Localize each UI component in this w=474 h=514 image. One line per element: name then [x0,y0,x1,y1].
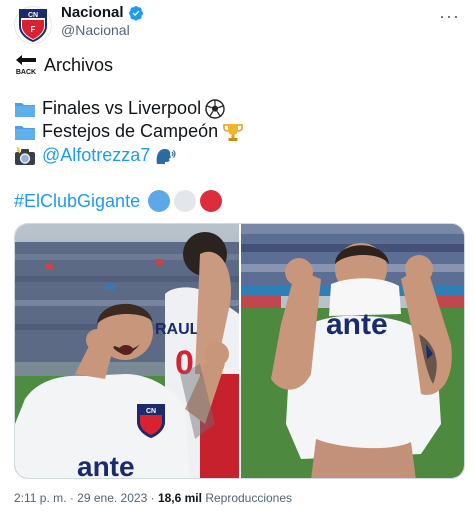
tweet: CN F Nacional @Nacional ··· BACK Archivo… [0,0,474,514]
hashtag-link[interactable]: #ElClubGigante [14,191,140,212]
tweet-line-hashtag: #ElClubGigante [14,190,223,212]
chest-sponsor-text: ante [77,451,135,478]
blue-circle-icon [148,190,171,212]
avatar-text: CN [28,12,38,19]
tweet-meta: 2:11 p. m. · 29 ene. 2023 · 18,6 mil Rep… [14,491,292,505]
author-name-row: Nacional [61,4,144,21]
mention-link[interactable]: @Alfotrezza7 [42,145,150,166]
author-avatar[interactable]: CN F [14,6,52,44]
speaking-head-icon [154,146,176,166]
tweet-line-festejos: Festejos de Campeón [14,121,244,142]
crest-text: CN [146,408,156,415]
red-circle-icon [200,190,223,212]
media-photo-2[interactable]: ante [240,224,464,478]
folder-icon [14,100,36,118]
folder-icon [14,123,36,141]
tweet-line-archivos: BACK Archivos [14,54,114,77]
more-options-icon[interactable]: ··· [439,6,460,27]
meta-separator: · [150,491,155,505]
club-crest-icon: CN F [19,9,47,42]
back-label: BACK [16,69,36,76]
tweet-text-festejos: Festejos de Campeón [42,121,219,141]
chest-sponsor-text-2: ante [326,308,388,341]
camera-flash-icon [14,146,36,166]
white-circle-icon [174,190,197,212]
tweet-text-archivos: Archivos [44,54,114,75]
tweet-line-credit: @Alfotrezza7 [14,145,176,166]
tweet-date[interactable]: 29 ene. 2023 [77,491,147,505]
tweet-time[interactable]: 2:11 p. m. [14,491,66,505]
soccer-ball-icon [205,98,225,119]
author-handle[interactable]: @Nacional [61,22,130,38]
trophy-icon [222,122,244,142]
back-arrow-icon: BACK [14,54,38,76]
media-photo-1[interactable]: RAULT 0 CN ante [15,224,239,478]
tweet-line-finales: Finales vs Liverpool [14,98,225,119]
avatar-subtext: F [31,25,36,34]
author-display-name[interactable]: Nacional [61,4,124,21]
views-count: 18,6 mil [157,491,202,505]
media-grid: RAULT 0 CN ante ante [14,223,465,479]
views-label: Reproducciones [205,491,293,505]
meta-separator: · [69,491,74,505]
tweet-text-finales: Finales vs Liverpool [42,98,202,118]
verified-badge-icon [128,5,143,21]
